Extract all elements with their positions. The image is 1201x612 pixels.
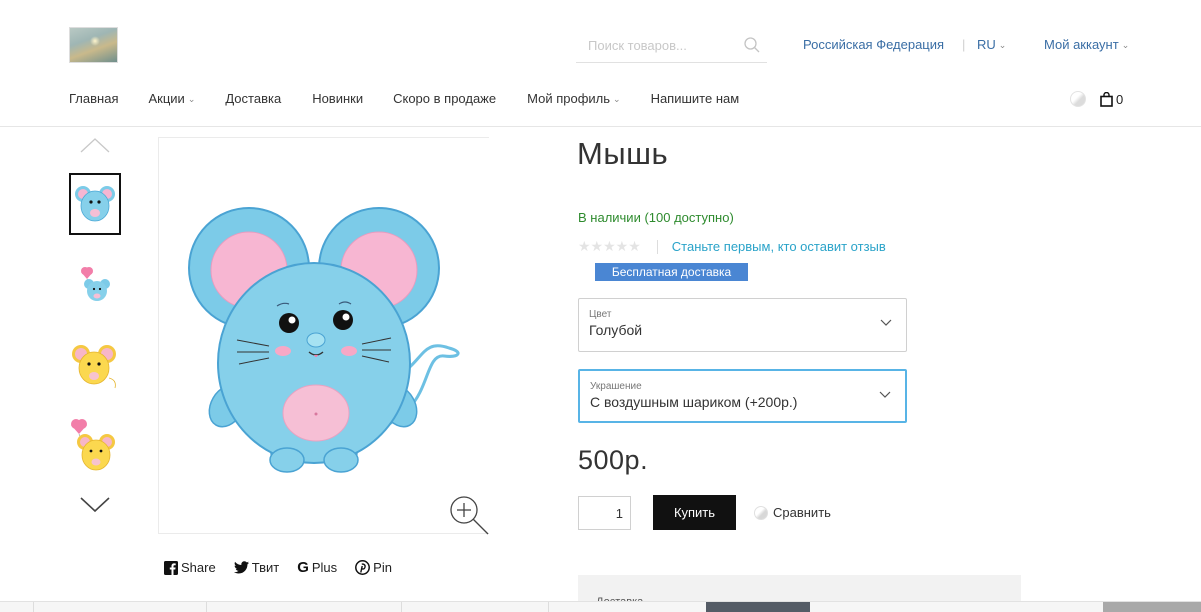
chevron-down-icon <box>880 319 892 326</box>
share-facebook-button[interactable]: Share <box>164 559 216 576</box>
google-icon: G <box>297 559 309 576</box>
decoration-select-label: Украшение <box>590 381 642 392</box>
twitter-icon <box>233 561 249 574</box>
bottom-toolbar <box>0 601 1201 612</box>
product-title: Мышь <box>577 136 669 171</box>
yellow-mouse-thumbnail-image <box>72 345 116 389</box>
compare-label: Сравнить <box>773 505 831 520</box>
mouse-balloon-thumbnail-image <box>81 267 110 301</box>
share-twitter-label: Твит <box>251 560 280 575</box>
free-delivery-badge: Бесплатная доставка <box>595 263 748 281</box>
header-divider-line <box>0 126 1201 127</box>
toolbar-divider <box>206 602 207 612</box>
chevron-up-icon[interactable] <box>79 136 111 154</box>
decoration-select-value: С воздушным шариком (+200р.) <box>590 394 798 410</box>
country-label: Российская Федерация <box>803 37 945 52</box>
stock-status: В наличии (100 доступно) <box>578 210 734 225</box>
shopping-bag-icon <box>1100 91 1113 107</box>
share-google-button[interactable]: G Plus <box>297 559 337 576</box>
share-pinterest-label: Pin <box>373 560 392 575</box>
nav-item-label: Главная <box>69 91 119 106</box>
nav-item-contact[interactable]: Напишите нам <box>651 91 740 106</box>
toolbar-divider <box>401 602 402 612</box>
nav-item-label: Акции <box>148 91 185 106</box>
rating-divider <box>656 239 658 254</box>
thumbnail-blue-mouse-balloon[interactable] <box>69 250 121 312</box>
cart-count: 0 <box>1116 91 1124 107</box>
compare-icon <box>754 505 768 520</box>
nav-item-new[interactable]: Новинки <box>312 91 363 106</box>
language-selector[interactable]: RU ⌄ <box>977 37 1006 52</box>
share-twitter-button[interactable]: Твит <box>233 559 280 576</box>
decoration-select[interactable]: Украшение С воздушным шариком (+200р.) <box>578 369 907 423</box>
header-actions: 0 <box>1070 91 1123 107</box>
thumbnail-yellow-mouse[interactable] <box>69 334 121 396</box>
compare-button[interactable]: Сравнить <box>754 505 831 520</box>
chevron-down-icon: ⌄ <box>1121 40 1130 50</box>
nav-item-label: Новинки <box>312 91 364 106</box>
account-label: Мой аккаунт <box>1044 37 1119 52</box>
nav-item-label: Доставка <box>225 91 282 106</box>
account-menu[interactable]: Мой аккаунт ⌄ <box>1044 37 1129 52</box>
thumbnail-yellow-mouse-balloon[interactable] <box>69 414 121 476</box>
country-selector[interactable]: Российская Федерация <box>803 37 944 52</box>
pinterest-icon <box>355 560 371 575</box>
nav-item-profile[interactable]: Мой профиль ⌄ <box>527 91 620 106</box>
facebook-icon <box>164 560 178 575</box>
product-main-image[interactable] <box>158 137 489 534</box>
thumbnail-blue-mouse[interactable] <box>69 173 121 235</box>
chevron-down-icon: ⌄ <box>613 94 621 104</box>
blue-mouse-image <box>188 207 460 473</box>
share-google-label: Plus <box>311 560 338 575</box>
color-select-label: Цвет <box>589 309 612 320</box>
chevron-down-icon: ⌄ <box>187 94 196 104</box>
product-price: 500р. <box>578 445 649 475</box>
zoom-in-icon[interactable] <box>448 494 490 536</box>
buy-button[interactable]: Купить <box>653 495 736 530</box>
mouse-thumbnail-image <box>75 186 115 222</box>
cart-button[interactable]: 0 <box>1100 91 1124 107</box>
color-select[interactable]: Цвет Голубой <box>578 298 907 352</box>
nav-item-promotions[interactable]: Акции ⌄ <box>148 91 195 106</box>
rating-stars: ★★★★★ <box>578 238 641 254</box>
share-pinterest-button[interactable]: Pin <box>355 559 392 576</box>
nav-item-label: Скоро в продаже <box>393 91 497 106</box>
search-icon[interactable] <box>743 36 761 54</box>
header-divider: | <box>962 37 966 52</box>
search-input[interactable] <box>576 30 736 60</box>
store-logo[interactable] <box>69 27 118 63</box>
nav-item-coming-soon[interactable]: Скоро в продаже <box>393 91 496 106</box>
share-facebook-label: Share <box>181 560 216 575</box>
toolbar-active-item[interactable] <box>706 602 810 612</box>
nav-item-delivery[interactable]: Доставка <box>225 91 281 106</box>
product-rating: ★★★★★ Станьте первым, кто оставит отзыв <box>578 238 886 255</box>
yellow-mouse-balloon-thumbnail-image <box>71 419 115 471</box>
share-bar: Share Твит G Plus Pin <box>164 559 392 576</box>
search-box <box>576 30 767 63</box>
nav-item-home[interactable]: Главная <box>69 91 118 106</box>
quantity-input[interactable] <box>578 496 631 530</box>
nav-item-label: Напишите нам <box>650 91 740 106</box>
language-label: RU <box>977 37 996 52</box>
toolbar-right-button[interactable] <box>1103 602 1201 612</box>
nav-item-label: Мой профиль <box>527 91 611 106</box>
main-nav: Главная Акции ⌄ Доставка Новинки Скоро в … <box>69 91 739 106</box>
toolbar-divider <box>548 602 549 612</box>
toolbar-divider <box>33 602 34 612</box>
compare-icon[interactable] <box>1070 91 1086 107</box>
chevron-down-icon <box>879 391 891 398</box>
write-review-link[interactable]: Станьте первым, кто оставит отзыв <box>672 239 886 254</box>
chevron-down-icon: ⌄ <box>998 40 1007 50</box>
color-select-value: Голубой <box>589 322 643 338</box>
chevron-down-icon[interactable] <box>79 495 111 513</box>
